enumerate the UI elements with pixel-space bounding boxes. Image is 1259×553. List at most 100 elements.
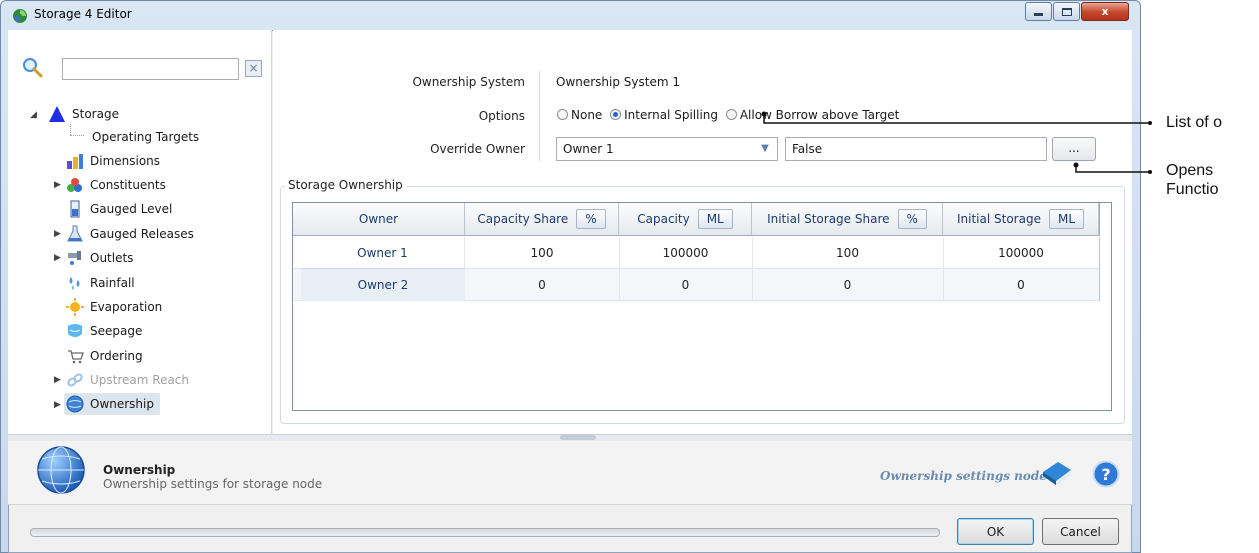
collapse-storage-icon[interactable]: ◢ — [30, 110, 37, 120]
initial-storage-cell[interactable]: 100000 — [943, 237, 1099, 269]
tree-item-label: Evaporation — [90, 300, 163, 314]
tree-item-evaporation[interactable]: Evaporation — [66, 296, 162, 318]
tree-item-label: Gauged Level — [90, 202, 173, 216]
table-row[interactable]: Owner 2 0 0 0 0 — [293, 269, 1099, 301]
minimize-icon — [1034, 13, 1043, 16]
tree-item-label: Outlets — [90, 251, 134, 265]
expand-outlets-icon[interactable]: ▶ — [54, 253, 61, 263]
group-title: Storage Ownership — [285, 178, 406, 192]
tree-item-dimensions[interactable]: Dimensions — [66, 150, 160, 172]
form-divider — [539, 71, 540, 161]
owner-cell[interactable]: Owner 2 — [301, 269, 465, 301]
capacity-share-cell[interactable]: 0 — [465, 269, 619, 301]
tree-item-seepage[interactable]: Seepage — [66, 320, 142, 342]
tree-item-storage[interactable]: Storage — [48, 103, 119, 125]
progress-bar — [30, 528, 940, 537]
globe-icon — [66, 395, 84, 413]
callout-line-list — [763, 113, 1150, 124]
expand-ownership-icon[interactable]: ▶ — [54, 400, 61, 410]
tree-item-gauged-level[interactable]: Gauged Level — [66, 198, 172, 220]
sun-icon — [66, 298, 84, 316]
tree-search-input[interactable] — [62, 58, 239, 80]
tree-item-rainfall[interactable]: Rainfall — [66, 272, 135, 294]
column-header-capacity[interactable]: Capacity ML — [619, 203, 752, 236]
override-owner-value: Owner 1 — [563, 142, 614, 156]
rain-icon — [66, 274, 84, 292]
maximize-icon — [1061, 7, 1072, 16]
title-bar[interactable]: Storage 4 Editor x — [0, 0, 1141, 30]
column-header-owner[interactable]: Owner — [293, 203, 465, 236]
override-owner-combo[interactable]: Owner 1 — [556, 137, 778, 161]
book-icon[interactable] — [1040, 458, 1074, 492]
tree-item-gauged-releases[interactable]: Gauged Releases — [66, 223, 194, 245]
tree-item-label: Ownership — [90, 397, 154, 411]
minimize-button[interactable] — [1025, 2, 1052, 21]
column-header-initial-storage[interactable]: Initial Storage ML — [943, 203, 1099, 236]
tree-connector — [70, 135, 84, 136]
tree-item-ordering[interactable]: Ordering — [66, 345, 143, 367]
tree-item-label: Seepage — [90, 324, 143, 338]
tree-item-label: Dimensions — [90, 154, 161, 168]
callout-dot — [1148, 121, 1152, 125]
tree-item-label: Constituents — [90, 178, 166, 192]
unit-percent-button[interactable]: % — [576, 209, 606, 229]
link-icon — [66, 371, 84, 389]
initial-storage-share-cell[interactable]: 0 — [752, 269, 943, 301]
help-icon[interactable]: ? — [1092, 460, 1120, 488]
maximize-button[interactable] — [1053, 2, 1080, 21]
app-logo-icon — [13, 9, 27, 23]
tree-item-upstream-reach[interactable]: Upstream Reach — [66, 369, 189, 391]
table-row[interactable]: Owner 1 100 100000 100 100000 — [293, 237, 1099, 269]
callout-opens-text: Opens — [1166, 162, 1214, 179]
override-owner-label: Override Owner — [430, 142, 525, 156]
tree-item-ownership[interactable]: Ownership — [64, 393, 160, 415]
close-button[interactable]: x — [1081, 2, 1129, 21]
clear-search-icon[interactable]: × — [245, 60, 262, 77]
column-header-capacity-share[interactable]: Capacity Share % — [465, 203, 619, 236]
capacity-cell[interactable]: 0 — [619, 269, 752, 301]
tree-item-label: Operating Targets — [92, 130, 200, 144]
info-description: Ownership settings for storage node — [103, 477, 323, 491]
capacity-share-cell[interactable]: 100 — [465, 237, 619, 269]
callout-dot — [761, 111, 767, 117]
option-internal-spilling-radio[interactable]: Internal Spilling — [610, 108, 718, 122]
option-none-radio[interactable]: None — [557, 108, 602, 122]
close-icon: x — [1101, 5, 1109, 18]
callout-lines — [761, 111, 1152, 174]
tree-connector — [70, 124, 71, 135]
cart-icon — [66, 347, 84, 365]
cancel-button[interactable]: Cancel — [1042, 518, 1119, 545]
svg-text:?: ? — [1101, 465, 1110, 484]
tree-item-operating-targets[interactable]: Operating Targets — [92, 126, 199, 148]
unit-percent-button[interactable]: % — [897, 209, 927, 229]
grid-line — [1099, 237, 1100, 301]
expand-gauged-releases-icon[interactable]: ▶ — [54, 229, 61, 239]
ok-button[interactable]: OK — [957, 518, 1034, 545]
tree-item-label: Rainfall — [90, 276, 135, 290]
owner-cell[interactable]: Owner 1 — [301, 237, 465, 269]
callout-list-text: List of o — [1166, 114, 1223, 131]
info-title: Ownership — [103, 463, 176, 477]
tree-item-outlets[interactable]: Outlets — [66, 247, 133, 269]
column-header-initial-storage-share[interactable]: Initial Storage Share % — [752, 203, 943, 236]
expand-constituents-icon[interactable]: ▶ — [54, 180, 61, 190]
tree-item-constituents[interactable]: Constituents — [66, 174, 166, 196]
grid-line — [943, 237, 944, 301]
expand-upstream-reach-icon[interactable]: ▶ — [54, 375, 61, 385]
callout-function-text: Functio — [1166, 181, 1219, 198]
capacity-cell[interactable]: 100000 — [619, 237, 752, 269]
callout-dot — [1148, 170, 1152, 174]
info-node-label: Ownership settings node — [880, 469, 1047, 483]
gauge-icon — [66, 200, 84, 218]
initial-storage-share-cell[interactable]: 100 — [752, 237, 943, 269]
unit-ml-button[interactable]: ML — [1048, 209, 1085, 229]
initial-storage-cell[interactable]: 0 — [943, 269, 1099, 301]
tree-item-label: Upstream Reach — [90, 373, 190, 387]
ownership-system-label: Ownership System — [412, 75, 525, 89]
flask-icon — [66, 225, 84, 243]
splitter-grip-icon[interactable] — [560, 435, 596, 440]
window-title: Storage 4 Editor — [34, 7, 132, 21]
options-label: Options — [478, 109, 525, 123]
triangle-icon — [48, 105, 66, 123]
unit-ml-button[interactable]: ML — [697, 209, 733, 229]
